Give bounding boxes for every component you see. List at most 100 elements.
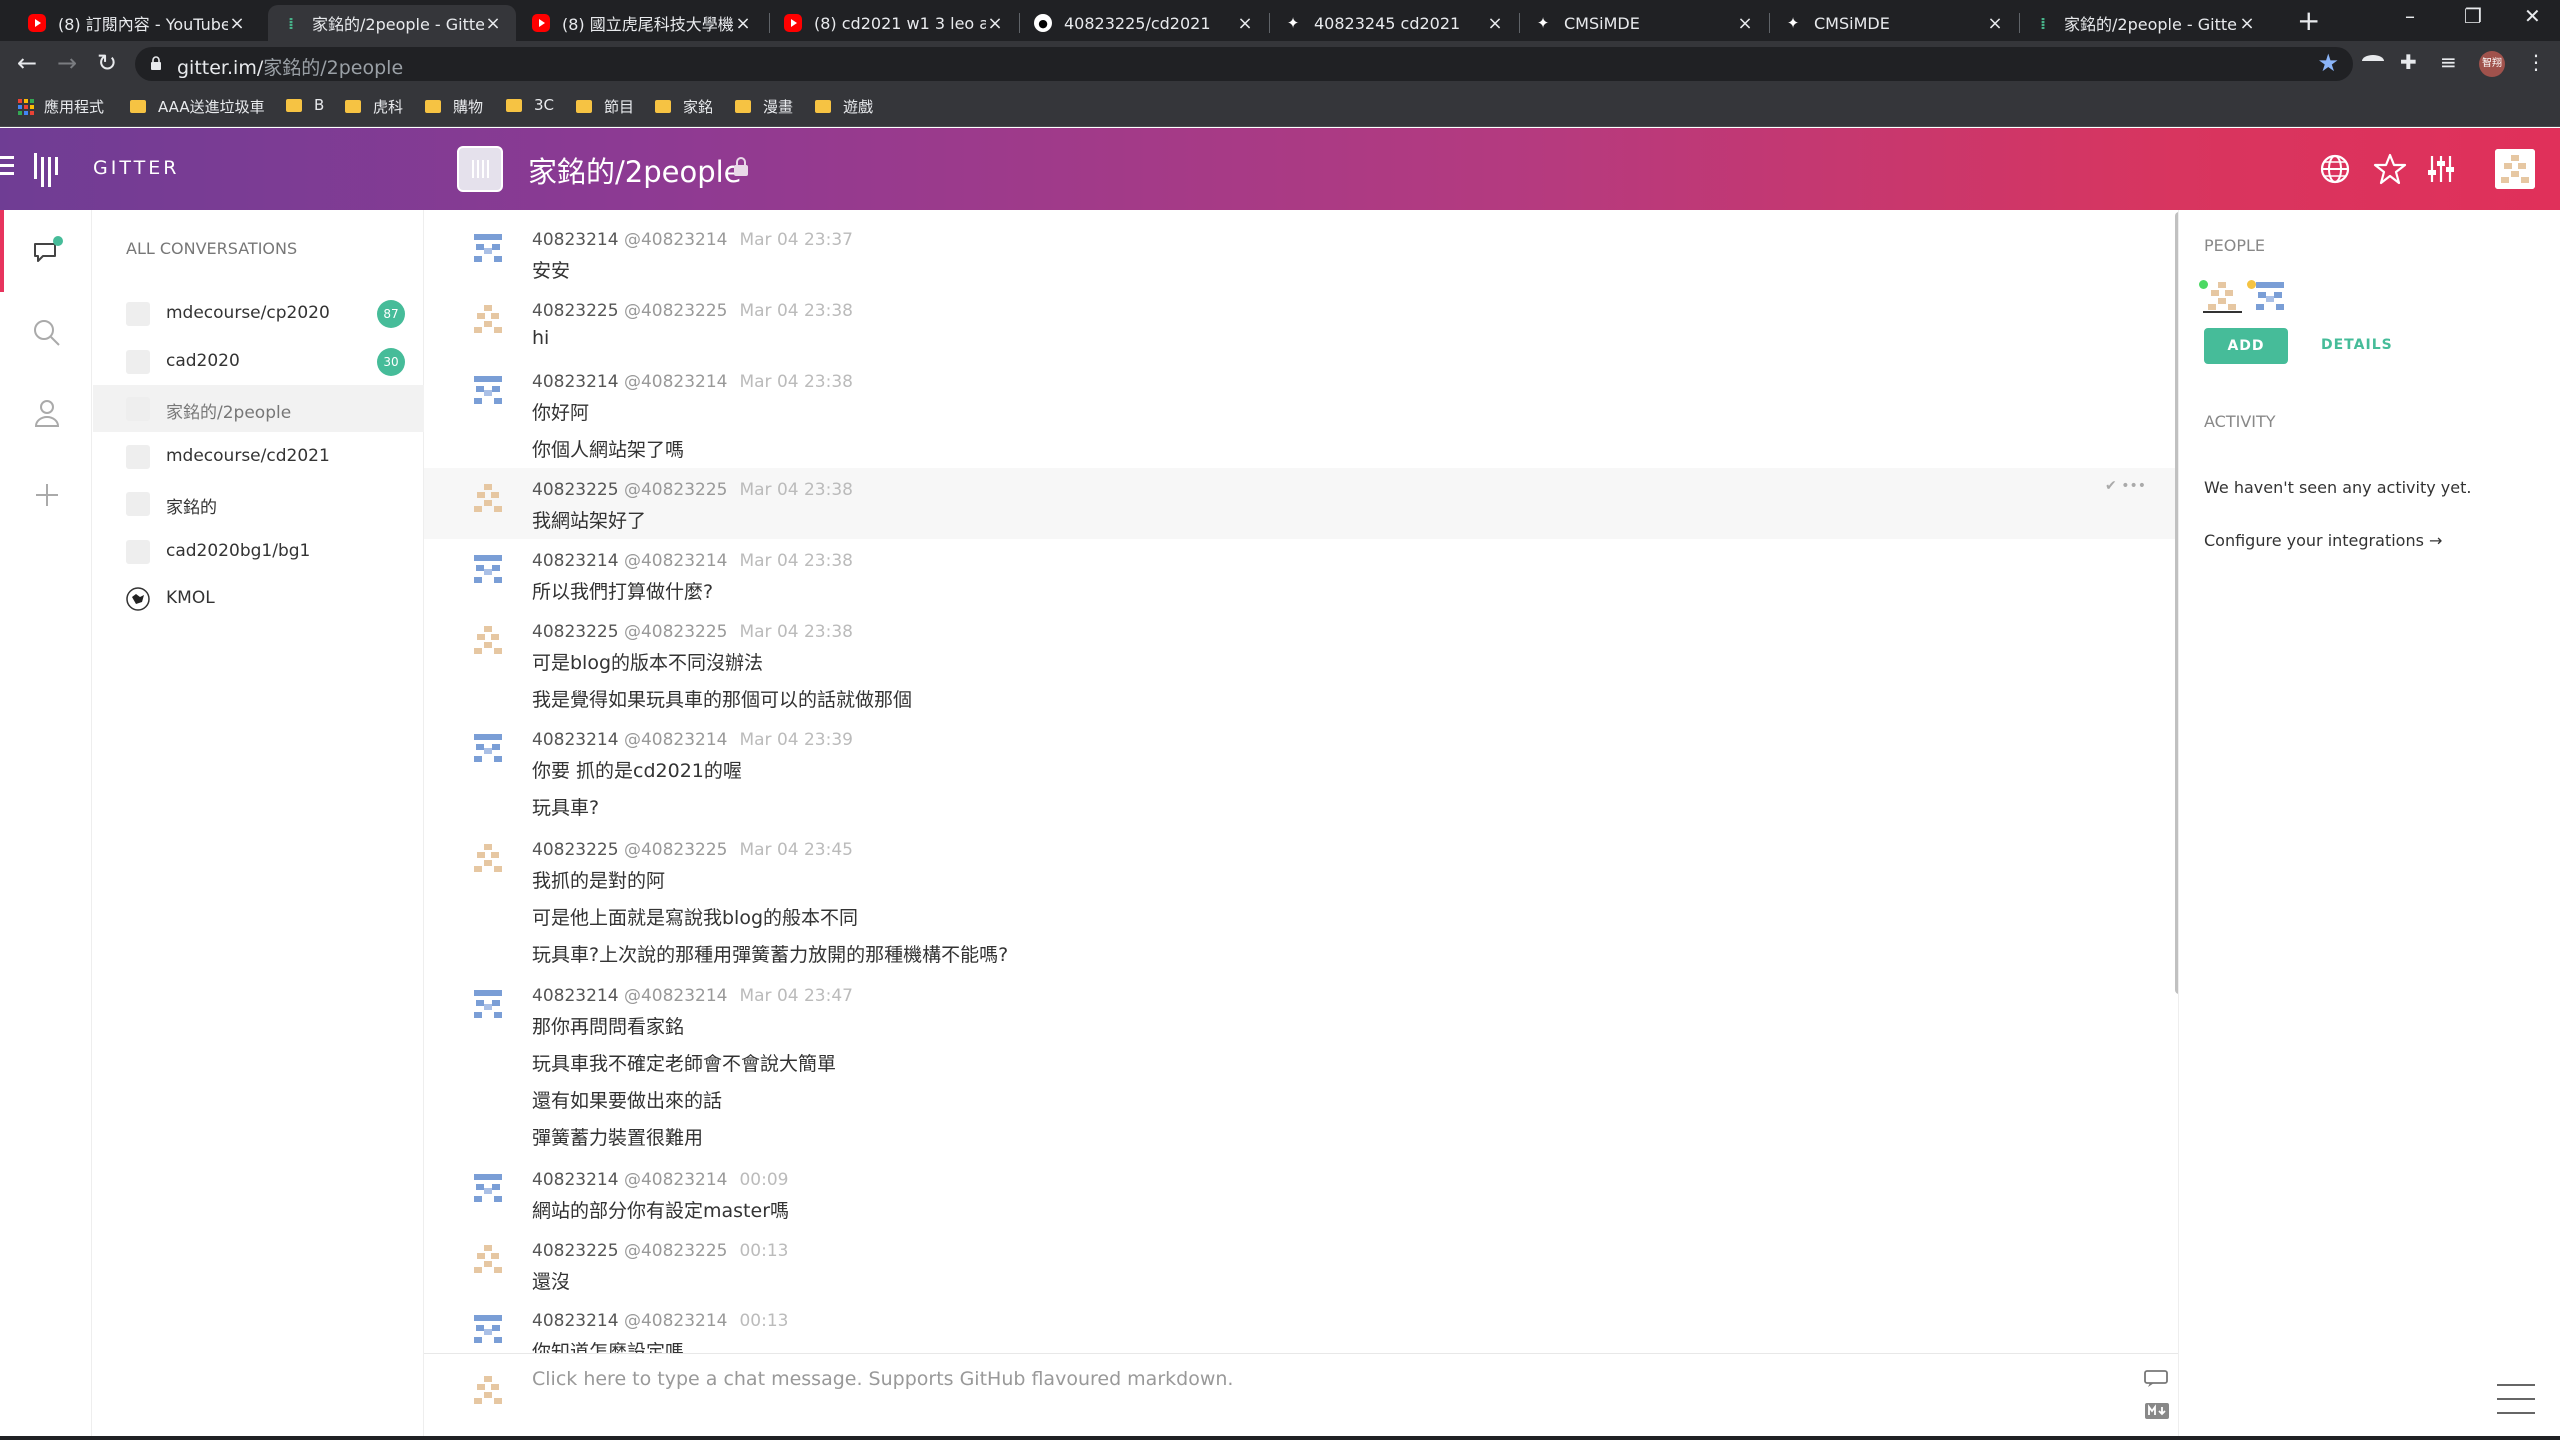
menu-dots-icon[interactable]: ⋮ [2526,50,2546,74]
add-icon[interactable] [30,478,64,512]
chat-message[interactable]: 40823225 @40823225 Mar 04 23:38 我網站架好了 ✔ ••… [424,468,2178,539]
conversation-item[interactable]: cad2020 30 [93,338,424,385]
sender-username[interactable]: @40823225 [624,622,728,642]
sender-username[interactable]: @40823225 [624,301,728,321]
browser-tab[interactable]: ✦ 40823245 cd2021 × [1270,5,1518,41]
message-timestamp[interactable]: 00:13 [739,1241,788,1261]
media-control-icon[interactable]: ≡ [2440,50,2457,74]
sender-username[interactable]: @40823214 [624,730,728,750]
sender-username[interactable]: @40823214 [624,986,728,1006]
user-avatar[interactable] [2495,149,2535,189]
sender-avatar[interactable] [470,1170,506,1206]
browser-tab[interactable]: (8) cd2021 w1 3 leo and × [770,5,1018,41]
sender-username[interactable]: @40823225 [624,840,728,860]
browser-tab[interactable]: ✦ CMSiMDE × [1770,5,2018,41]
conversation-item[interactable]: 家銘的 [93,480,424,527]
sender-name[interactable]: 40823225 [532,622,619,642]
room-avatar[interactable] [457,146,503,192]
profile-avatar[interactable]: 智翔 [2479,51,2505,77]
chat-message[interactable]: 40823214 @40823214 Mar 04 23:37 安安 [424,218,2178,289]
bookmark-folder[interactable]: AAA送進垃圾車 [130,96,265,117]
chat-input[interactable]: Click here to type a chat message. Suppo… [532,1368,1233,1390]
sender-name[interactable]: 40823225 [532,480,619,500]
close-icon[interactable]: × [484,13,502,34]
minimize-button[interactable]: – [2405,4,2415,28]
close-icon[interactable]: × [1736,13,1754,34]
sender-name[interactable]: 40823225 [532,1241,619,1261]
brand-name[interactable]: GITTER [93,157,179,179]
gitter-logo-icon[interactable] [34,153,58,187]
message-timestamp[interactable]: Mar 04 23:38 [739,372,853,392]
browser-tab[interactable]: (8) 國立虎尾科技大學機械 × [518,5,766,41]
message-timestamp[interactable]: Mar 04 23:39 [739,730,853,750]
close-icon[interactable]: × [1236,13,1254,34]
message-timestamp[interactable]: Mar 04 23:38 [739,551,853,571]
new-tab-button[interactable]: + [2297,6,2320,36]
menu-toggle-icon[interactable] [0,156,14,180]
sender-username[interactable]: @40823214 [624,551,728,571]
sender-name[interactable]: 40823214 [532,730,619,750]
people-icon[interactable] [30,396,64,430]
sender-name[interactable]: 40823214 [532,230,619,250]
sender-name[interactable]: 40823225 [532,301,619,321]
add-people-button[interactable]: ADD [2204,328,2288,364]
browser-tab[interactable]: (8) 訂閱內容 - YouTube × [14,5,260,41]
message-timestamp[interactable]: Mar 04 23:37 [739,230,853,250]
extension-icon[interactable] [2360,48,2386,79]
bookmark-folder[interactable]: 遊戲 [815,96,873,117]
settings-sliders-icon[interactable] [2424,152,2458,186]
chat-message[interactable]: 40823225 @40823225 00:13 還沒 [424,1229,2178,1300]
close-icon[interactable]: × [1986,13,2004,34]
star-icon[interactable] [2373,152,2407,186]
conversation-item[interactable]: cad2020bg1/bg1 [93,528,424,575]
message-timestamp[interactable]: Mar 04 23:45 [739,840,853,860]
conversations-icon[interactable] [30,234,64,268]
member-avatar[interactable] [2204,278,2240,314]
details-button[interactable]: DETAILS [2321,337,2393,353]
close-window-button[interactable]: ✕ [2524,4,2541,28]
sender-username[interactable]: @40823214 [624,1311,728,1331]
sender-name[interactable]: 40823214 [532,1170,619,1190]
puzzle-icon[interactable]: ✚ [2400,50,2417,74]
bookmark-folder[interactable]: 節目 [576,96,634,117]
sender-avatar[interactable] [470,551,506,587]
markdown-icon[interactable] [2144,1402,2170,1420]
chat-message[interactable]: 40823214 @40823214 Mar 04 23:47 那你再問問看家銘 玩具… [424,974,2178,1156]
browser-tab[interactable]: ⁞ 家銘的/2people - Gitter × [2020,5,2270,41]
conversation-item[interactable]: KMOL [93,575,424,622]
back-button[interactable]: ← [12,48,42,78]
chat-message[interactable]: 40823214 @40823214 Mar 04 23:38 你好阿 你個人網站架了… [424,360,2178,468]
sender-avatar[interactable] [470,986,506,1022]
message-timestamp[interactable]: Mar 04 23:38 [739,622,853,642]
sender-name[interactable]: 40823214 [532,1311,619,1331]
bookmark-star-icon[interactable]: ★ [2317,49,2339,77]
sender-avatar[interactable] [470,372,506,408]
bookmark-apps[interactable]: 應用程式 [18,96,104,117]
browser-tab-active[interactable]: ⁞ 家銘的/2people - Gitter × [268,5,516,41]
sender-username[interactable]: @40823225 [624,1241,728,1261]
chat-message[interactable]: 40823214 @40823214 00:09 網站的部分你有設定master嗎 [424,1158,2178,1229]
browser-tab[interactable]: ✦ CMSiMDE × [1520,5,1768,41]
close-icon[interactable]: × [228,13,246,34]
restore-button[interactable]: ❐ [2464,4,2482,28]
forward-button[interactable]: → [52,48,82,78]
chat-message[interactable]: 40823214 @40823214 00:13 你知道怎麼設定嗎 [424,1299,2178,1355]
chat-message[interactable]: 40823225 @40823225 Mar 04 23:45 我抓的是對的阿 可是他… [424,828,2178,973]
message-timestamp[interactable]: 00:13 [739,1311,788,1331]
sender-avatar[interactable] [470,230,506,266]
right-panel-menu-icon[interactable] [2497,1384,2535,1426]
bookmark-folder[interactable]: B [286,96,324,114]
sender-username[interactable]: @40823225 [624,480,728,500]
sender-username[interactable]: @40823214 [624,1170,728,1190]
conversation-item-active[interactable]: 家銘的/2people [93,385,424,432]
sender-username[interactable]: @40823214 [624,230,728,250]
bookmark-folder[interactable]: 家銘 [655,96,713,117]
message-timestamp[interactable]: Mar 04 23:47 [739,986,853,1006]
sender-name[interactable]: 40823225 [532,840,619,860]
sender-name[interactable]: 40823214 [532,986,619,1006]
chat-message[interactable]: 40823214 @40823214 Mar 04 23:38 所以我們打算做什麼? [424,539,2178,610]
sender-avatar[interactable] [470,1311,506,1347]
sender-name[interactable]: 40823214 [532,372,619,392]
message-timestamp[interactable]: Mar 04 23:38 [739,480,853,500]
bookmark-folder[interactable]: 虎科 [345,96,403,117]
